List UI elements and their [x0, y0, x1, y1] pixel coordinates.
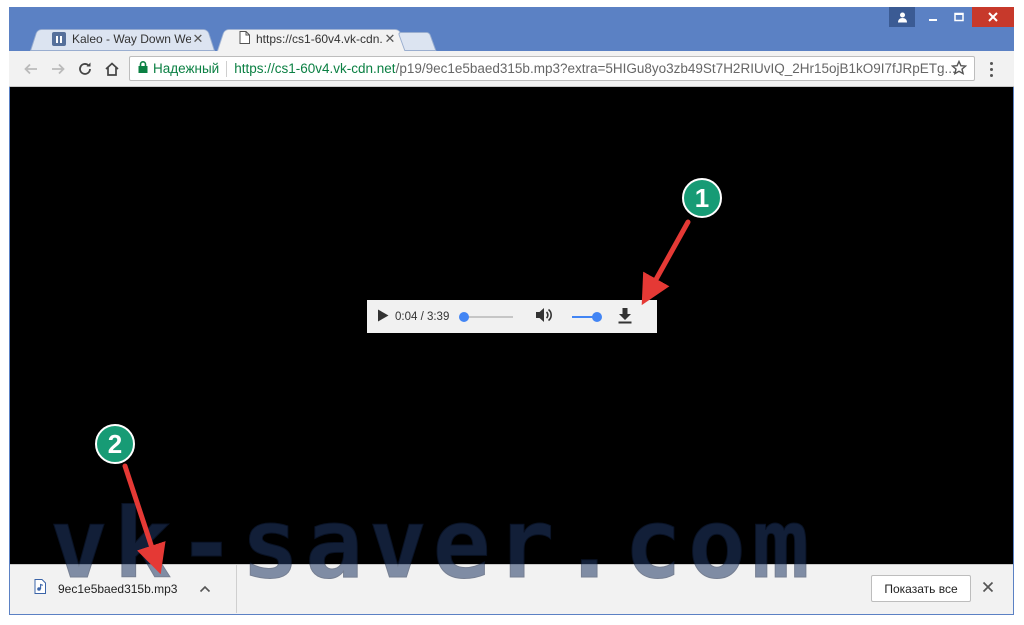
user-icon	[897, 12, 907, 22]
progress-track	[463, 315, 514, 318]
reload-icon	[79, 62, 91, 75]
browser-toolbar: Надежный https://cs1-60v4.vk-cdn.net /p1…	[9, 51, 1014, 87]
arrow-right-icon	[52, 63, 65, 75]
address-separator	[226, 60, 228, 77]
home-button[interactable]	[103, 60, 121, 78]
menu-dots-icon[interactable]	[986, 60, 996, 78]
close-window-button[interactable]	[972, 7, 1014, 27]
minimize-icon	[929, 19, 937, 21]
audio-player[interactable]: 0:04 / 3:39	[367, 300, 657, 333]
document-icon	[239, 31, 250, 47]
url-path: /p19/9ec1e5baed315b.mp3?extra=5HIGu8yo3z…	[395, 61, 956, 76]
close-icon	[988, 12, 998, 22]
secure-label: Надежный	[153, 61, 220, 76]
address-bar[interactable]: Надежный https://cs1-60v4.vk-cdn.net /p1…	[129, 56, 975, 81]
audio-file-icon	[34, 579, 46, 599]
url-host: https://cs1-60v4.vk-cdn.net	[234, 61, 396, 76]
step-badge-1: 1	[682, 178, 722, 218]
pause-icon	[52, 32, 66, 46]
user-profile-button[interactable]	[889, 7, 915, 27]
back-button[interactable]	[22, 60, 40, 78]
maximize-button[interactable]	[946, 7, 972, 27]
play-icon	[378, 309, 389, 321]
tab-close-icon[interactable]: ✕	[383, 31, 397, 47]
title-bar: Kaleo - Way Down We G ✕ https://cs1-60v4…	[9, 7, 1014, 51]
close-download-bar-icon[interactable]	[982, 580, 994, 598]
maximize-icon	[954, 12, 964, 22]
mute-button[interactable]	[535, 307, 553, 326]
playback-time: 0:04 / 3:39	[395, 310, 450, 323]
tab-mp3-url[interactable]: https://cs1-60v4.vk-cdn.r ✕	[217, 27, 407, 51]
step-badge-2: 2	[95, 424, 135, 464]
volume-slider[interactable]	[572, 311, 603, 322]
bookmark-star-icon[interactable]	[950, 59, 968, 81]
download-button[interactable]	[617, 307, 633, 327]
tab-title: https://cs1-60v4.vk-cdn.r	[256, 32, 383, 46]
home-icon	[105, 62, 119, 76]
new-tab-button[interactable]	[397, 32, 437, 51]
tab-close-icon[interactable]: ✕	[191, 31, 205, 47]
show-all-downloads-button[interactable]: Показать все	[871, 575, 971, 602]
play-button[interactable]	[377, 309, 389, 325]
download-icon	[618, 307, 632, 323]
progress-knob[interactable]	[459, 311, 470, 322]
tab-kaleo[interactable]: Kaleo - Way Down We G ✕	[30, 27, 215, 51]
volume-icon	[536, 308, 553, 322]
forward-button[interactable]	[49, 60, 67, 78]
volume-knob[interactable]	[592, 311, 603, 322]
watermark-text: vk-saver.com	[50, 488, 816, 601]
tab-title: Kaleo - Way Down We G	[72, 32, 191, 46]
reload-button[interactable]	[76, 60, 94, 78]
progress-slider[interactable]	[459, 311, 514, 322]
lock-icon	[138, 61, 148, 76]
minimize-button[interactable]	[920, 7, 946, 27]
arrow-left-icon	[24, 63, 37, 75]
